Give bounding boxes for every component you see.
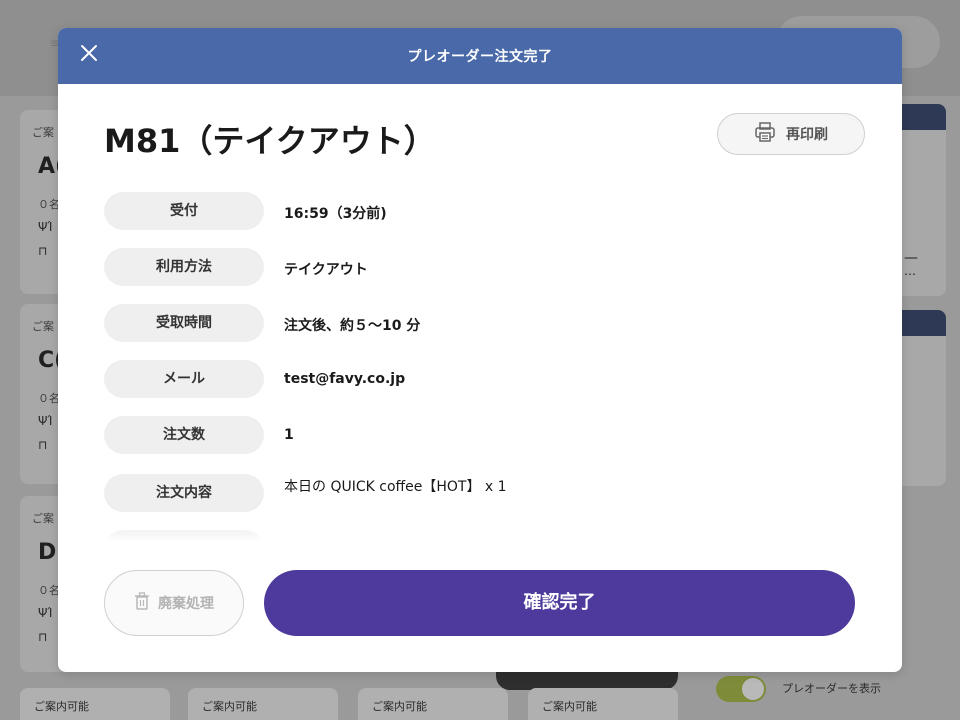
detail-value: 本日の QUICK coffee【HOT】 x 1 (284, 479, 507, 495)
modal-title: プレオーダー注文完了 (407, 49, 553, 65)
detail-value: 16:59（3分前) (284, 206, 387, 222)
card-count: ０名 (38, 584, 60, 597)
detail-label: 受付 (104, 192, 264, 230)
detail-label: 注文数 (104, 416, 264, 454)
card-count: ０名 (38, 198, 60, 211)
dark-tab (496, 670, 678, 690)
detail-label: 受取時間 (104, 304, 264, 342)
detail-row: 受付 16:59（3分前) (104, 192, 864, 230)
preorder-toggle-label: プレオーダーを表示 (782, 682, 881, 695)
detail-value: テイクアウト (284, 262, 368, 278)
order-card-dots: … (904, 264, 916, 278)
preorder-toggle[interactable] (716, 676, 766, 702)
detail-row: 利用方法 テイクアウト (104, 248, 864, 286)
detail-label: メール (104, 360, 264, 398)
detail-label: 利用方法 (104, 248, 264, 286)
detail-label: 注文内容 (104, 474, 264, 512)
detail-row: 受取時間 注文後、約５〜10 分 (104, 304, 864, 342)
order-title: M81（テイクアウト） (104, 122, 436, 160)
card-caption: ご案 (32, 320, 54, 333)
printer-icon (754, 121, 776, 147)
card-caption: ご案 (32, 126, 54, 139)
modal-header: プレオーダー注文完了 (58, 28, 902, 84)
preorder-complete-modal: プレオーダー注文完了 M81（テイクアウト） 再印刷 受付 16:59（3分前)… (58, 28, 902, 672)
detail-row: 注文内容 本日の QUICK coffee【HOT】 x 1 (104, 474, 864, 512)
fork-knife-icon: ΨΊ (38, 220, 53, 234)
bottom-tab[interactable]: ご案内可能 (358, 688, 508, 720)
discard-button[interactable]: 廃棄処理 (104, 570, 244, 636)
bottom-tab[interactable]: ご案内可能 (528, 688, 678, 720)
chair-icon: ⊓ (38, 438, 48, 452)
card-caption: ご案 (32, 512, 54, 525)
discard-label: 廃棄処理 (158, 596, 214, 612)
fork-knife-icon: ΨΊ (38, 606, 53, 620)
detail-value: 注文後、約５〜10 分 (284, 318, 421, 334)
fork-knife-icon: ΨΊ (38, 414, 53, 428)
detail-row: 注文数 1 (104, 416, 864, 454)
trash-icon (134, 592, 150, 614)
detail-row: メール test@favy.co.jp (104, 360, 864, 398)
bottom-tab[interactable]: ご案内可能 (20, 688, 170, 720)
toggle-knob (742, 678, 764, 700)
confirm-button[interactable]: 確認完了 (264, 570, 855, 636)
order-details[interactable]: 受付 16:59（3分前) 利用方法 テイクアウト 受取時間 注文後、約５〜10… (104, 192, 864, 542)
reprint-label: 再印刷 (786, 127, 828, 143)
reprint-button[interactable]: 再印刷 (717, 113, 865, 155)
detail-value: 1 (284, 427, 294, 443)
chair-icon: ⊓ (38, 244, 48, 258)
card-count: ０名 (38, 392, 60, 405)
bottom-tab[interactable]: ご案内可能 (188, 688, 338, 720)
chair-icon: ⊓ (38, 630, 48, 644)
detail-value: test@favy.co.jp (284, 371, 406, 387)
scroll-fade (104, 526, 864, 542)
